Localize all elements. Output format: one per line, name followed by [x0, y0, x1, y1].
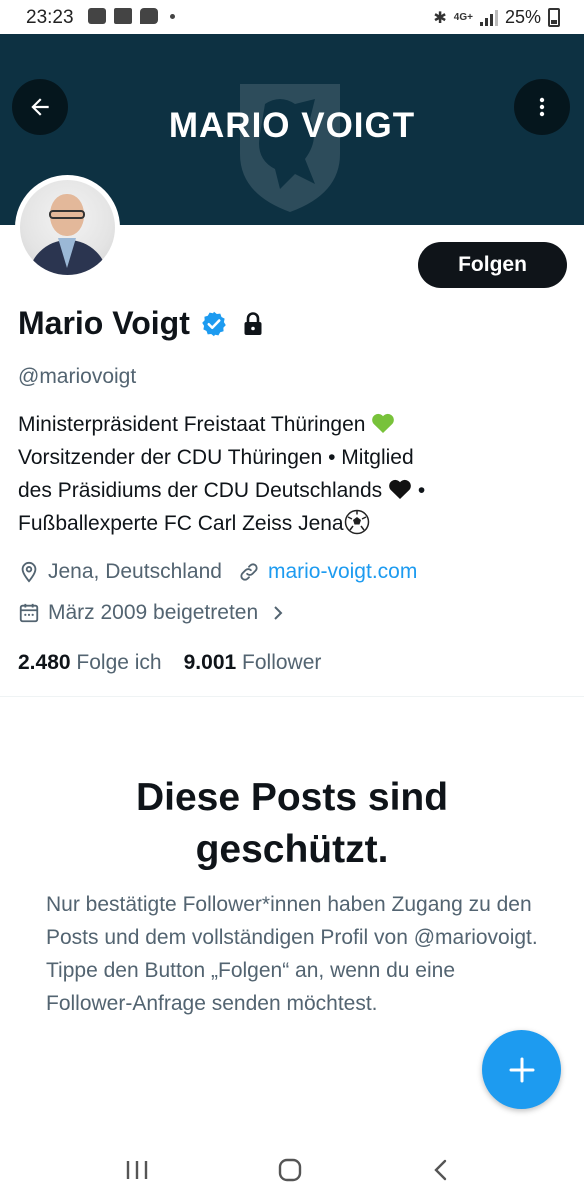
- location-website-row: Jena, Deutschland mario-voigt.com: [18, 560, 417, 584]
- home-button[interactable]: [270, 1152, 310, 1188]
- battery-level: 25%: [504, 7, 541, 27]
- joined-row[interactable]: März 2009 beigetreten: [18, 601, 294, 625]
- back-nav-button[interactable]: [421, 1152, 461, 1188]
- protected-description: Nur bestätigte Follower*innen haben Zuga…: [46, 893, 538, 1015]
- green-heart-icon: [372, 413, 395, 433]
- back-button[interactable]: [12, 79, 68, 135]
- followers-stat[interactable]: 9.001 Follower: [184, 651, 322, 675]
- notification-icons: [88, 8, 175, 24]
- bluetooth-icon: ✱: [433, 9, 447, 27]
- banner-title: MARIO VOIGT: [168, 106, 416, 145]
- following-stat[interactable]: 2.480 Folge ich: [18, 651, 162, 675]
- battery-icon: [548, 8, 560, 27]
- website-link[interactable]: mario-voigt.com: [268, 560, 417, 584]
- status-time: 23:23: [26, 7, 74, 28]
- more-vertical-icon: [539, 97, 545, 117]
- verified-badge-icon[interactable]: [200, 310, 228, 338]
- lock-icon: [244, 311, 262, 335]
- avatar[interactable]: [15, 175, 120, 280]
- message-notification-icon: [140, 8, 158, 24]
- image-notification-icon: [114, 8, 132, 24]
- status-right: ✱ 4G+ 25%: [433, 7, 560, 28]
- network-type: 4G+: [453, 12, 473, 23]
- more-options-button[interactable]: [514, 79, 570, 135]
- home-icon: [278, 1158, 302, 1182]
- location-text: Jena, Deutschland: [48, 560, 222, 583]
- protected-title: Diese Posts sind geschützt.: [135, 776, 449, 871]
- more-notifications-icon: [170, 13, 175, 19]
- soccer-ball-icon: [344, 509, 369, 535]
- location-pin-icon: [18, 561, 40, 583]
- system-nav-bar: [0, 1140, 584, 1200]
- bio-line: Ministerpräsident Freistaat Thüringen: [18, 408, 558, 441]
- follow-button[interactable]: Folgen: [418, 242, 567, 288]
- bio-line: Vorsitzender der CDU Thüringen • Mitglie…: [18, 446, 414, 469]
- profile-bio: Ministerpräsident Freistaat Thüringen Vo…: [18, 408, 558, 540]
- bio-line: des Präsidiums der CDU Deutschlands •: [18, 479, 426, 502]
- link-icon: [238, 561, 260, 583]
- avatar-photo: [20, 180, 115, 275]
- back-nav-icon: [434, 1159, 447, 1181]
- profile-name: Mario Voigt: [18, 305, 190, 341]
- profile-handle: @mariovoigt: [18, 365, 137, 388]
- joined-text: März 2009 beigetreten: [48, 601, 259, 624]
- arrow-left-icon: [31, 98, 49, 116]
- app-notification-icon: [88, 8, 106, 24]
- follow-stats: 2.480 Folge ich 9.001 Follower: [18, 651, 321, 675]
- plus-icon: [509, 1057, 534, 1082]
- signal-icon: [479, 9, 498, 26]
- status-bar: 23:23 ✱ 4G+ 25%: [0, 0, 584, 34]
- compose-button[interactable]: [482, 1030, 561, 1109]
- recent-apps-button[interactable]: [117, 1152, 157, 1188]
- name-row: Mario Voigt: [18, 305, 264, 342]
- chevron-right-icon: [270, 604, 286, 622]
- black-heart-icon: [389, 479, 411, 499]
- divider: [0, 696, 584, 697]
- recent-apps-icon: [126, 1161, 148, 1179]
- bio-line: Fußballexperte FC Carl Zeiss Jena: [18, 507, 558, 540]
- calendar-icon: [18, 602, 40, 624]
